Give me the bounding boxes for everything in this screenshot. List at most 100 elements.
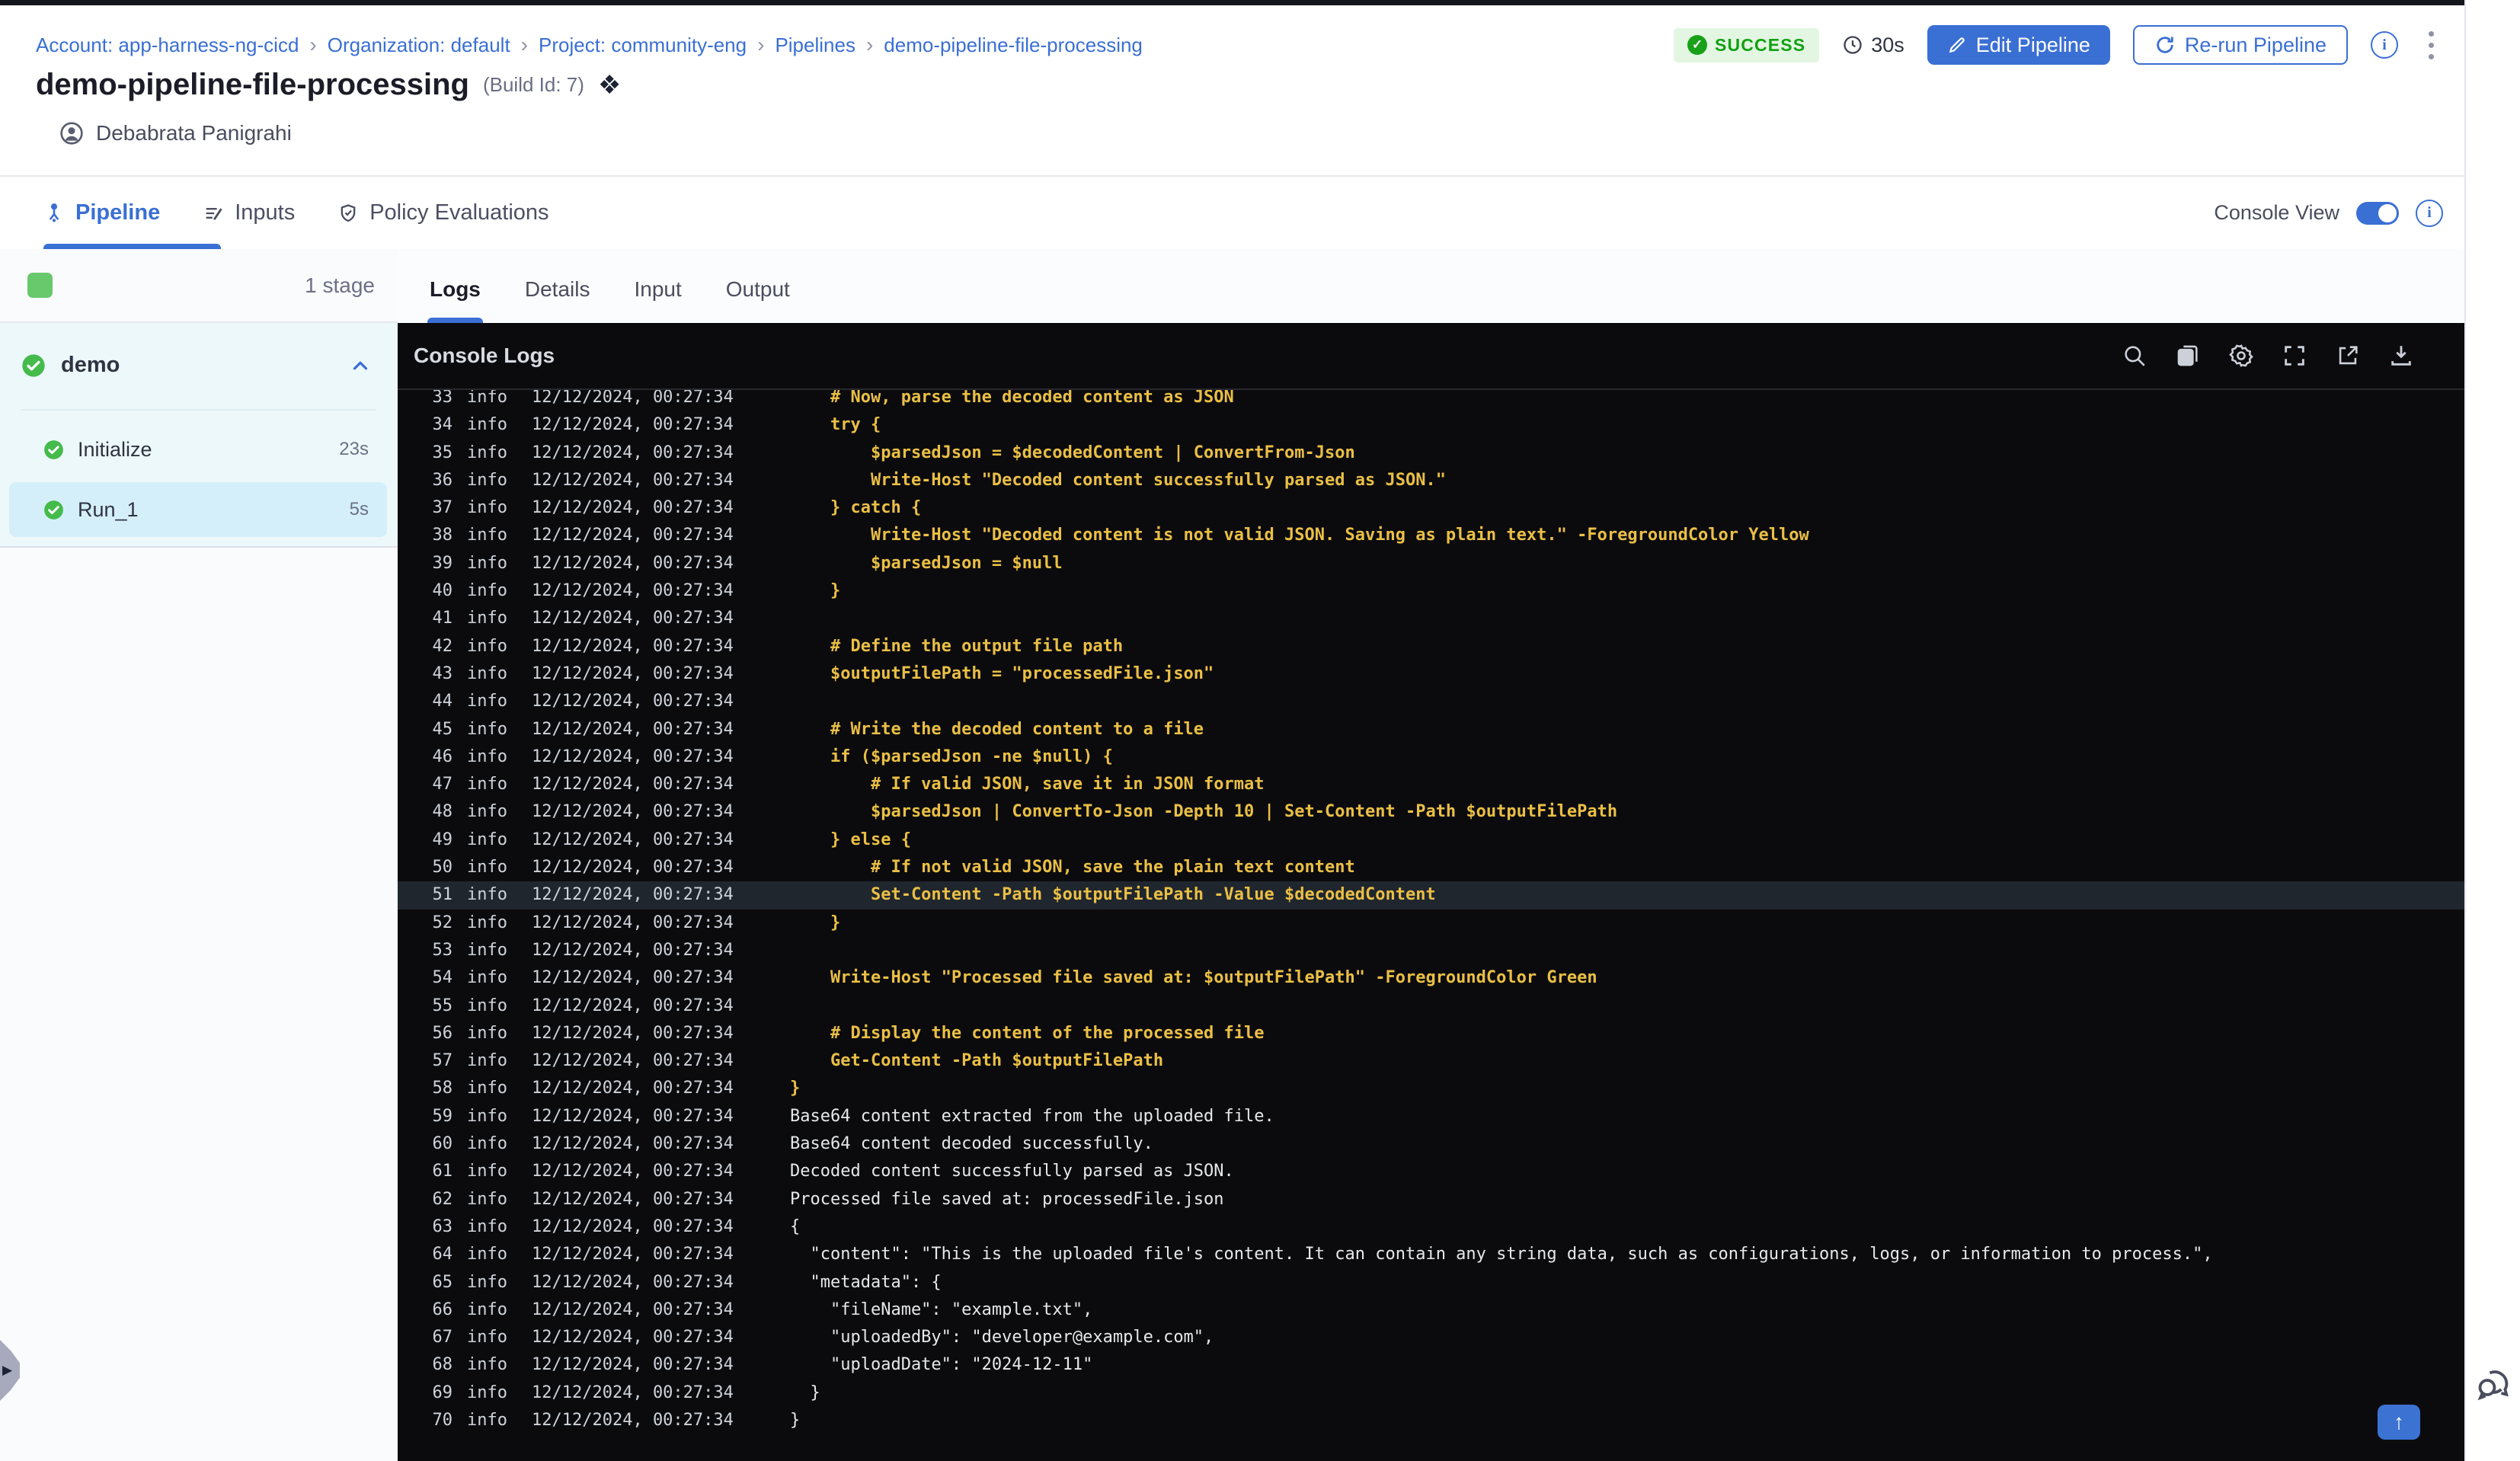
log-lvl: info	[467, 498, 507, 518]
log-num: 64	[432, 1245, 453, 1264]
log-line-41[interactable]: 41 info 12/12/2024, 00:27:34	[398, 605, 2464, 632]
stage-header-demo[interactable]: demo	[0, 337, 398, 394]
log-line-54[interactable]: 54 info 12/12/2024, 00:27:34 Write-Host "P…	[398, 964, 2464, 992]
log-line-43[interactable]: 43 info 12/12/2024, 00:27:34 $outputFilePa…	[398, 660, 2464, 688]
log-line-47[interactable]: 47 info 12/12/2024, 00:27:34 # If valid JS…	[398, 771, 2464, 798]
tab-policy-evaluations[interactable]: Policy Evaluations	[337, 177, 549, 249]
log-line-63[interactable]: 63 info 12/12/2024, 00:27:34 {	[398, 1213, 2464, 1241]
log-lvl: info	[467, 719, 507, 739]
log-msg: $parsedJson | ConvertTo-Json -Depth 10 |…	[790, 802, 1618, 822]
log-line-65[interactable]: 65 info 12/12/2024, 00:27:34 "metadata": {	[398, 1269, 2464, 1296]
log-line-38[interactable]: 38 info 12/12/2024, 00:27:34 Write-Host "D…	[398, 522, 2464, 549]
sidebar-expander-handle[interactable]: ▶	[0, 1340, 20, 1401]
log-line-48[interactable]: 48 info 12/12/2024, 00:27:34 $parsedJson |…	[398, 798, 2464, 826]
log-line-61[interactable]: 61 info 12/12/2024, 00:27:34 Decoded conten…	[398, 1158, 2464, 1185]
breadcrumb-current-pipeline[interactable]: demo-pipeline-file-processing	[884, 34, 1143, 57]
log-lvl: info	[467, 1216, 507, 1236]
log-ts: 12/12/2024, 00:27:34	[532, 553, 734, 573]
more-options-menu[interactable]	[2421, 27, 2442, 64]
stage-name: demo	[61, 353, 120, 377]
download-icon[interactable]	[2388, 343, 2414, 369]
log-line-36[interactable]: 36 info 12/12/2024, 00:27:34 Write-Host "D…	[398, 467, 2464, 494]
tab-pipeline[interactable]: Pipeline	[43, 177, 222, 249]
log-line-37[interactable]: 37 info 12/12/2024, 00:27:34 } catch {	[398, 494, 2464, 522]
log-ts: 12/12/2024, 00:27:34	[532, 636, 734, 656]
log-num: 56	[432, 1023, 453, 1043]
log-ts: 12/12/2024, 00:27:34	[532, 913, 734, 932]
log-line-57[interactable]: 57 info 12/12/2024, 00:27:34 Get-Content -…	[398, 1047, 2464, 1075]
log-ts: 12/12/2024, 00:27:34	[532, 581, 734, 601]
log-line-60[interactable]: 60 info 12/12/2024, 00:27:34 Base64 content…	[398, 1130, 2464, 1158]
log-line-49[interactable]: 49 info 12/12/2024, 00:27:34 } else {	[398, 826, 2464, 854]
step-duration: 5s	[349, 499, 369, 520]
tab-input[interactable]: Input	[634, 277, 681, 323]
log-lvl: info	[467, 1079, 507, 1098]
tab-logs[interactable]: Logs	[427, 277, 483, 323]
log-line-40[interactable]: 40 info 12/12/2024, 00:27:34 }	[398, 577, 2464, 605]
log-line-42[interactable]: 42 info 12/12/2024, 00:27:34 # Define the …	[398, 633, 2464, 660]
breadcrumb-project[interactable]: Project: community-eng	[539, 34, 747, 57]
log-line-34[interactable]: 34 info 12/12/2024, 00:27:34 try {	[398, 411, 2464, 439]
scroll-to-top-button[interactable]: ↑	[2378, 1405, 2420, 1440]
log-msg: Write-Host "Decoded content is not valid…	[790, 526, 1809, 545]
log-line-52[interactable]: 52 info 12/12/2024, 00:27:34 }	[398, 910, 2464, 937]
log-line-58[interactable]: 58 info 12/12/2024, 00:27:34}	[398, 1075, 2464, 1102]
console-view-info-icon[interactable]: i	[2416, 199, 2443, 227]
console-header: Console Logs	[398, 323, 2464, 390]
breadcrumb-pipelines[interactable]: Pipelines	[775, 34, 855, 57]
log-num: 40	[432, 581, 453, 601]
log-num: 53	[432, 940, 453, 960]
rerun-pipeline-button[interactable]: Re-run Pipeline	[2132, 25, 2348, 65]
log-line-69[interactable]: 69 info 12/12/2024, 00:27:34 }	[398, 1379, 2464, 1407]
breadcrumb-organization[interactable]: Organization: default	[328, 34, 510, 57]
log-ts: 12/12/2024, 00:27:34	[532, 1216, 734, 1236]
stage-status-square[interactable]	[27, 273, 53, 298]
tab-inputs[interactable]: Inputs	[203, 177, 295, 249]
log-num: 60	[432, 1134, 453, 1154]
log-line-67[interactable]: 67 info 12/12/2024, 00:27:34 "uploadedBy":…	[398, 1324, 2464, 1351]
log-lvl: info	[467, 1134, 507, 1154]
edit-pipeline-button[interactable]: Edit Pipeline	[1927, 25, 2110, 65]
log-line-62[interactable]: 62 info 12/12/2024, 00:27:34 Processed file…	[398, 1186, 2464, 1213]
chevron-up-icon[interactable]	[349, 354, 372, 377]
breadcrumb-row: Account: app-harness-ng-cicd › Organizat…	[36, 25, 2442, 65]
open-in-new-icon[interactable]	[2335, 343, 2361, 369]
settings-gear-icon[interactable]	[2228, 343, 2254, 369]
fullscreen-icon[interactable]	[2282, 343, 2307, 369]
help-chat-icon[interactable]	[2474, 1363, 2515, 1405]
console-view-toggle[interactable]	[2356, 201, 2399, 225]
log-line-56[interactable]: 56 info 12/12/2024, 00:27:34 # Display the…	[398, 1020, 2464, 1047]
log-line-39[interactable]: 39 info 12/12/2024, 00:27:34 $parsedJson =…	[398, 550, 2464, 577]
log-msg: {	[790, 1216, 801, 1236]
log-lvl: info	[467, 996, 507, 1015]
step-initialize[interactable]: Initialize 23s	[9, 422, 387, 477]
log-line-44[interactable]: 44 info 12/12/2024, 00:27:34	[398, 688, 2464, 715]
log-ts: 12/12/2024, 00:27:34	[532, 968, 734, 988]
log-line-45[interactable]: 45 info 12/12/2024, 00:27:34 # Write the d…	[398, 716, 2464, 743]
log-msg: "uploadedBy": "developer@example.com",	[790, 1328, 1214, 1348]
log-num: 37	[432, 498, 453, 518]
log-lvl: info	[467, 581, 507, 601]
log-line-51[interactable]: 51 info 12/12/2024, 00:27:34 Set-Content -…	[398, 881, 2464, 910]
pipeline-diamond-icon[interactable]: ❖	[598, 72, 621, 98]
breadcrumb-account[interactable]: Account: app-harness-ng-cicd	[36, 34, 299, 57]
tab-output[interactable]: Output	[726, 277, 790, 323]
log-msg: # Display the content of the processed f…	[790, 1023, 1265, 1043]
log-line-50[interactable]: 50 info 12/12/2024, 00:27:34 # If not vali…	[398, 854, 2464, 881]
search-icon[interactable]	[2122, 343, 2147, 369]
step-run-1[interactable]: Run_1 5s	[9, 482, 387, 537]
log-line-55[interactable]: 55 info 12/12/2024, 00:27:34	[398, 993, 2464, 1020]
log-lvl: info	[467, 1383, 507, 1402]
log-line-59[interactable]: 59 info 12/12/2024, 00:27:34 Base64 content…	[398, 1103, 2464, 1130]
log-line-70[interactable]: 70 info 12/12/2024, 00:27:34}	[398, 1407, 2464, 1434]
copy-icon[interactable]	[2175, 343, 2201, 369]
log-line-66[interactable]: 66 info 12/12/2024, 00:27:34 "fileName": "…	[398, 1296, 2464, 1324]
log-line-64[interactable]: 64 info 12/12/2024, 00:27:34 "content": "T…	[398, 1241, 2464, 1268]
rerun-info-icon[interactable]: i	[2371, 31, 2398, 59]
log-lvl: info	[467, 1410, 507, 1430]
log-line-35[interactable]: 35 info 12/12/2024, 00:27:34 $parsedJson =…	[398, 440, 2464, 467]
log-line-46[interactable]: 46 info 12/12/2024, 00:27:34 if ($parsedJs…	[398, 743, 2464, 771]
log-line-68[interactable]: 68 info 12/12/2024, 00:27:34 "uploadDate":…	[398, 1351, 2464, 1379]
log-line-53[interactable]: 53 info 12/12/2024, 00:27:34	[398, 937, 2464, 964]
tab-details[interactable]: Details	[525, 277, 590, 323]
